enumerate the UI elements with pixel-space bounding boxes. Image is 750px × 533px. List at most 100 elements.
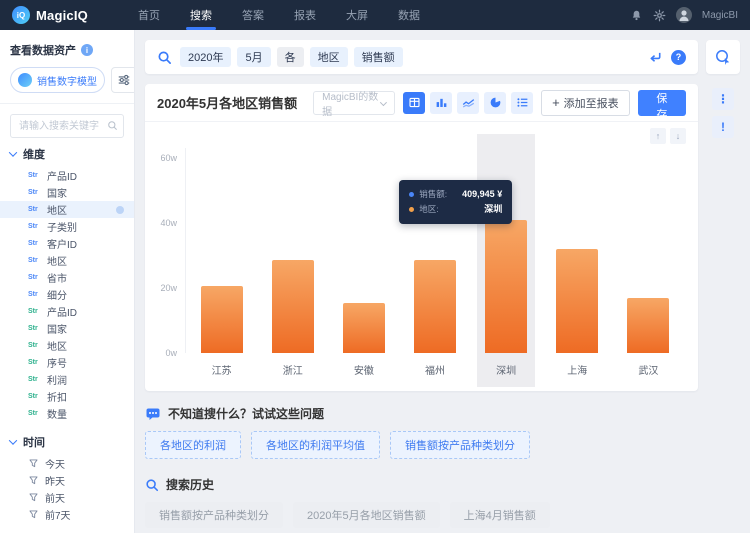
dimension-item[interactable]: Str 地区: [0, 337, 134, 354]
chart-title: 2020年5月各地区销售额: [157, 96, 298, 111]
history-chip[interactable]: 2020年5月各地区销售额: [293, 502, 440, 528]
info-icon[interactable]: i: [81, 44, 93, 56]
datasource-select[interactable]: MagicBI的数据: [313, 90, 396, 118]
search-tag[interactable]: 销售额: [353, 47, 403, 67]
dimension-section-header[interactable]: 维度: [8, 146, 124, 162]
dimension-item[interactable]: Str 地区: [0, 252, 134, 269]
search-tag[interactable]: 5月: [237, 47, 271, 67]
field-type-icon: Str: [28, 342, 38, 349]
sliders-icon: [118, 74, 130, 86]
suggestion-chip[interactable]: 销售额按产品种类划分: [390, 431, 530, 459]
time-section-header[interactable]: 时间: [8, 434, 124, 450]
target-cursor-icon: [716, 50, 730, 65]
dimension-item[interactable]: Str 产品ID: [0, 303, 134, 320]
search-tag[interactable]: 各: [276, 47, 304, 67]
suggestion-chip[interactable]: 各地区的利润平均值: [251, 431, 380, 459]
y-tick-label: 0w: [165, 348, 177, 358]
field-type-icon: Str: [28, 410, 38, 417]
history-header: 搜索历史: [145, 476, 740, 493]
gear-icon[interactable]: [653, 9, 666, 22]
series-dot-icon: [409, 207, 415, 212]
save-button[interactable]: 保存: [637, 89, 686, 121]
sort-desc-button[interactable]: ↓: [670, 128, 686, 144]
bar-column[interactable]: 浙江: [257, 148, 328, 377]
dimension-item[interactable]: Str 序号: [0, 354, 134, 371]
add-to-report-button[interactable]: + 添加至报表: [541, 89, 630, 116]
dimension-item[interactable]: Str 细分: [0, 286, 134, 303]
bar[interactable]: [271, 260, 314, 353]
time-filter-item[interactable]: 前天: [10, 489, 124, 506]
x-axis-label: 上海: [567, 366, 588, 377]
chevron-down-icon: [8, 436, 18, 445]
chat-icon: [146, 408, 160, 420]
alert-button[interactable]: !: [712, 116, 734, 138]
bar-chart-button[interactable]: [430, 91, 453, 114]
bar-column[interactable]: 福州: [399, 148, 470, 377]
dimension-item[interactable]: Str 折扣: [0, 388, 134, 405]
dimension-item[interactable]: Str 子类别: [0, 218, 134, 235]
time-filter-item[interactable]: 今天: [10, 455, 124, 472]
history-chip[interactable]: 销售额按产品种类划分: [145, 502, 283, 528]
search-icon: [146, 478, 159, 491]
search-bar[interactable]: 2020年 5月各地区 销售额 ?: [145, 40, 698, 74]
search-icon: [158, 51, 171, 64]
data-model-button[interactable]: 销售数字模型: [10, 67, 105, 93]
list-icon: [517, 98, 527, 107]
bar-column[interactable]: 上海: [542, 148, 613, 377]
help-icon[interactable]: ?: [671, 49, 686, 65]
field-type-icon: Str: [28, 172, 38, 179]
dimension-item[interactable]: Str 国家: [0, 184, 134, 201]
enter-icon[interactable]: [648, 50, 663, 65]
sort-asc-button[interactable]: ↑: [650, 128, 666, 144]
more-options-button[interactable]: ⋮: [712, 88, 734, 110]
field-type-icon: Str: [28, 240, 38, 247]
search-tag[interactable]: 2020年: [180, 47, 232, 67]
time-filter-item[interactable]: 昨天: [10, 472, 124, 489]
search-tag[interactable]: 地区: [309, 47, 348, 67]
dimension-item[interactable]: Str 数量: [0, 405, 134, 422]
field-type-icon: Str: [28, 376, 38, 383]
dimension-list: Str 产品ID Str 国家 Str 地区 Str 子类别 Str 客户ID …: [0, 167, 134, 422]
nav-item[interactable]: 首页: [136, 0, 162, 30]
suggestion-chip[interactable]: 各地区的利润: [145, 431, 241, 459]
sidebar: 查看数据资产 i 销售数字模型 维度 Str 产品ID: [0, 30, 135, 533]
nav-item[interactable]: 报表: [292, 0, 318, 30]
time-filter-item[interactable]: 前7天: [10, 506, 124, 523]
main-nav: 首页 搜索 答案 报表 大屏 数据: [136, 0, 422, 30]
avatar[interactable]: [675, 7, 692, 23]
user-name[interactable]: MagicBI: [702, 10, 738, 21]
bar[interactable]: [485, 219, 528, 353]
bar[interactable]: [413, 260, 456, 353]
nav-item[interactable]: 搜索: [188, 0, 214, 30]
list-view-button[interactable]: [511, 91, 534, 114]
bar[interactable]: [627, 297, 670, 353]
nav-item[interactable]: 答案: [240, 0, 266, 30]
bar[interactable]: [556, 248, 599, 353]
model-filter-button[interactable]: [111, 67, 134, 93]
smart-query-button[interactable]: [706, 40, 740, 74]
bar[interactable]: [342, 302, 385, 353]
bar-column[interactable]: 安徽: [328, 148, 399, 377]
nav-item[interactable]: 大屏: [344, 0, 370, 30]
chevron-down-icon: [380, 99, 388, 106]
table-view-button[interactable]: [403, 91, 426, 114]
bar-column[interactable]: 武汉: [613, 148, 684, 377]
dimension-item[interactable]: Str 客户ID: [0, 235, 134, 252]
nav-item[interactable]: 数据: [396, 0, 422, 30]
field-type-icon: Str: [28, 291, 38, 298]
plus-icon: +: [552, 95, 560, 110]
bar-column[interactable]: 深圳: [471, 134, 542, 387]
bell-icon[interactable]: [630, 9, 643, 22]
search-tags: 2020年 5月各地区 销售额: [180, 47, 403, 67]
dimension-item[interactable]: Str 产品ID: [0, 167, 134, 184]
history-chips: 销售额按产品种类划分 2020年5月各地区销售额 上海4月销售额: [145, 502, 740, 528]
dimension-item[interactable]: Str 省市: [0, 269, 134, 286]
dimension-item[interactable]: Str 利润: [0, 371, 134, 388]
line-chart-button[interactable]: [457, 91, 480, 114]
history-chip[interactable]: 上海4月销售额: [449, 502, 550, 528]
dimension-item[interactable]: Str 国家: [0, 320, 134, 337]
dimension-item[interactable]: Str 地区: [0, 201, 134, 218]
pie-chart-button[interactable]: [484, 91, 507, 114]
bar[interactable]: [200, 286, 243, 353]
bar-column[interactable]: 江苏: [186, 148, 257, 377]
